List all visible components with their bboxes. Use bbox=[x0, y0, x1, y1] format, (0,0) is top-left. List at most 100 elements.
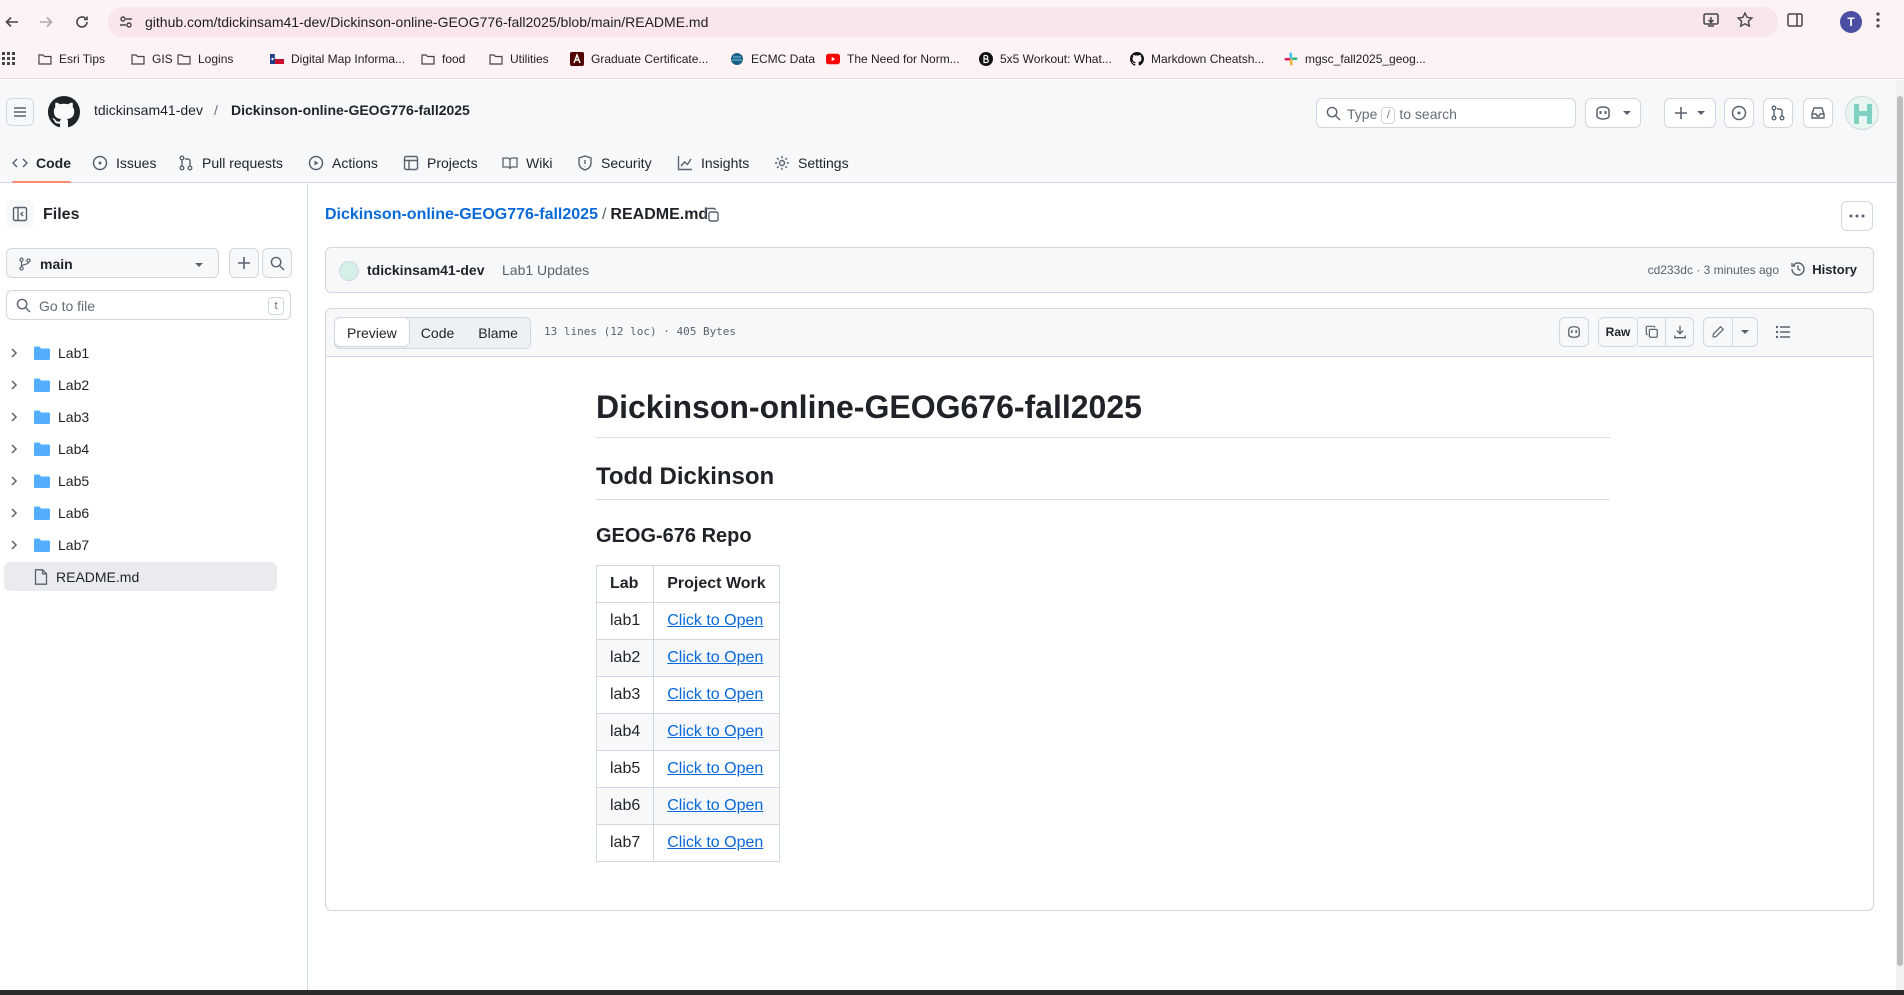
page-scrollbar[interactable] bbox=[1896, 80, 1904, 990]
back-button[interactable] bbox=[0, 10, 24, 34]
github-logo-icon[interactable] bbox=[48, 96, 80, 128]
open-lab-link[interactable]: Click to Open bbox=[667, 649, 763, 666]
chevron-right-icon[interactable] bbox=[8, 539, 24, 551]
search-files-button[interactable] bbox=[262, 248, 292, 278]
chevron-right-icon[interactable] bbox=[8, 475, 24, 487]
add-file-button[interactable] bbox=[229, 248, 259, 278]
go-to-file-placeholder: Go to file bbox=[39, 298, 96, 314]
tree-file-item[interactable]: README.md bbox=[4, 562, 277, 591]
breadcrumb-repo[interactable]: Dickinson-online-GEOG776-fall2025 bbox=[231, 102, 470, 118]
user-avatar[interactable] bbox=[1845, 96, 1879, 130]
github-icon bbox=[1130, 52, 1144, 66]
tree-folder-item[interactable]: Lab5 bbox=[4, 466, 277, 495]
table-row: lab7 Click to Open bbox=[595, 824, 780, 862]
bookmark-item[interactable]: The Need for Norm... bbox=[826, 49, 960, 69]
bookmark-item[interactable]: 5x5 Workout: What... bbox=[979, 49, 1112, 69]
bookmark-item[interactable]: Logins bbox=[177, 49, 233, 69]
tab-issues[interactable]: Issues bbox=[92, 143, 156, 183]
preview-tab[interactable]: Preview bbox=[334, 317, 410, 347]
chevron-right-icon[interactable] bbox=[8, 507, 24, 519]
tab-wiki[interactable]: Wiki bbox=[502, 143, 552, 183]
tree-folder-item[interactable]: Lab2 bbox=[4, 370, 277, 399]
tree-folder-item[interactable]: Lab7 bbox=[4, 530, 277, 559]
bookmark-item[interactable]: Graduate Certificate... bbox=[570, 49, 708, 69]
bookmark-item[interactable]: food bbox=[421, 49, 465, 69]
bookmark-label: Graduate Certificate... bbox=[591, 52, 709, 66]
forward-button[interactable] bbox=[34, 10, 58, 34]
bookmark-item[interactable]: ECMC Data bbox=[730, 49, 815, 69]
bookmark-item[interactable]: Digital Map Informa... bbox=[270, 49, 405, 69]
copilot-button[interactable] bbox=[1585, 98, 1641, 128]
chevron-right-icon[interactable] bbox=[8, 411, 24, 423]
issues-button[interactable] bbox=[1724, 98, 1754, 128]
tree-folder-item[interactable]: Lab1 bbox=[4, 338, 277, 367]
tree-folder-item[interactable]: Lab6 bbox=[4, 498, 277, 527]
pull-requests-button[interactable] bbox=[1763, 98, 1793, 128]
bookmark-star-icon[interactable] bbox=[1736, 11, 1756, 31]
bookmark-item[interactable]: mgsc_fall2025_geog... bbox=[1284, 49, 1426, 69]
tab-projects[interactable]: Projects bbox=[403, 143, 478, 183]
search-placeholder: Type / to search bbox=[1347, 106, 1457, 124]
copy-path-icon[interactable] bbox=[704, 207, 720, 223]
site-info-icon[interactable] bbox=[118, 14, 134, 30]
commit-message[interactable]: Lab1 Updates bbox=[502, 262, 589, 278]
code-tab[interactable]: Code bbox=[409, 318, 466, 348]
open-lab-link[interactable]: Click to Open bbox=[667, 797, 763, 814]
bookmark-item[interactable]: GIS bbox=[131, 49, 173, 69]
create-new-button[interactable] bbox=[1664, 98, 1716, 128]
chevron-right-icon[interactable] bbox=[8, 443, 24, 455]
branch-name: main bbox=[40, 256, 73, 272]
edit-button[interactable] bbox=[1703, 317, 1733, 347]
side-panel-icon[interactable] bbox=[1786, 11, 1806, 31]
profile-avatar[interactable]: T bbox=[1840, 11, 1862, 33]
search-input[interactable]: Type / to search bbox=[1316, 98, 1576, 128]
tab-actions[interactable]: Actions bbox=[308, 143, 378, 183]
install-app-icon[interactable] bbox=[1702, 11, 1722, 31]
copy-raw-button[interactable] bbox=[1638, 317, 1666, 347]
tab-settings[interactable]: Settings bbox=[774, 143, 849, 183]
tab-pull-requests[interactable]: Pull requests bbox=[178, 143, 283, 183]
go-to-file-input[interactable]: Go to file t bbox=[6, 290, 291, 320]
apps-grid-icon[interactable] bbox=[2, 49, 16, 69]
project-cell: Click to Open bbox=[653, 713, 780, 751]
inbox-button[interactable] bbox=[1803, 98, 1833, 128]
path-repo-link[interactable]: Dickinson-online-GEOG776-fall2025 bbox=[325, 206, 598, 223]
edit-dropdown-button[interactable] bbox=[1732, 317, 1758, 347]
open-lab-link[interactable]: Click to Open bbox=[667, 760, 763, 777]
address-bar[interactable]: github.com/tdickinsam41-dev/Dickinson-on… bbox=[108, 7, 1778, 37]
tab-code[interactable]: Code bbox=[12, 143, 71, 183]
reload-button[interactable] bbox=[70, 10, 94, 34]
outline-button[interactable] bbox=[1768, 317, 1798, 347]
commit-author[interactable]: tdickinsam41-dev bbox=[367, 262, 485, 278]
author-avatar[interactable] bbox=[339, 261, 359, 281]
breadcrumb-owner[interactable]: tdickinsam41-dev bbox=[94, 102, 203, 118]
commit-meta[interactable]: cd233dc · 3 minutes ago bbox=[1648, 263, 1779, 277]
collapse-sidebar-button[interactable] bbox=[6, 200, 34, 228]
global-nav-button[interactable] bbox=[6, 98, 34, 126]
open-lab-link[interactable]: Click to Open bbox=[667, 612, 763, 629]
lab-cell: lab5 bbox=[595, 750, 655, 788]
browser-menu-icon[interactable] bbox=[1876, 12, 1880, 28]
open-lab-link[interactable]: Click to Open bbox=[667, 686, 763, 703]
branch-selector[interactable]: main bbox=[6, 248, 219, 278]
tab-security[interactable]: Security bbox=[577, 143, 652, 183]
blame-tab[interactable]: Blame bbox=[466, 318, 530, 348]
bookmark-item[interactable]: Utilities bbox=[489, 49, 549, 69]
raw-button[interactable]: Raw bbox=[1598, 317, 1638, 347]
chevron-right-icon[interactable] bbox=[8, 347, 24, 359]
download-button[interactable] bbox=[1666, 317, 1694, 347]
bookmark-item[interactable]: Markdown Cheatsh... bbox=[1130, 49, 1264, 69]
open-lab-link[interactable]: Click to Open bbox=[667, 723, 763, 740]
tab-insights[interactable]: Insights bbox=[677, 143, 749, 183]
bookmark-item[interactable]: Esri Tips bbox=[38, 49, 105, 69]
chevron-right-icon[interactable] bbox=[8, 379, 24, 391]
open-lab-link[interactable]: Click to Open bbox=[667, 834, 763, 851]
scrollbar-thumb[interactable] bbox=[1897, 96, 1903, 966]
copilot-file-button[interactable] bbox=[1559, 317, 1589, 347]
tree-folder-item[interactable]: Lab4 bbox=[4, 434, 277, 463]
table-header-lab: Lab bbox=[595, 565, 655, 603]
more-options-button[interactable] bbox=[1841, 201, 1873, 231]
tree-folder-item[interactable]: Lab3 bbox=[4, 402, 277, 431]
history-button[interactable]: History bbox=[1790, 261, 1857, 277]
play-icon bbox=[308, 155, 324, 171]
